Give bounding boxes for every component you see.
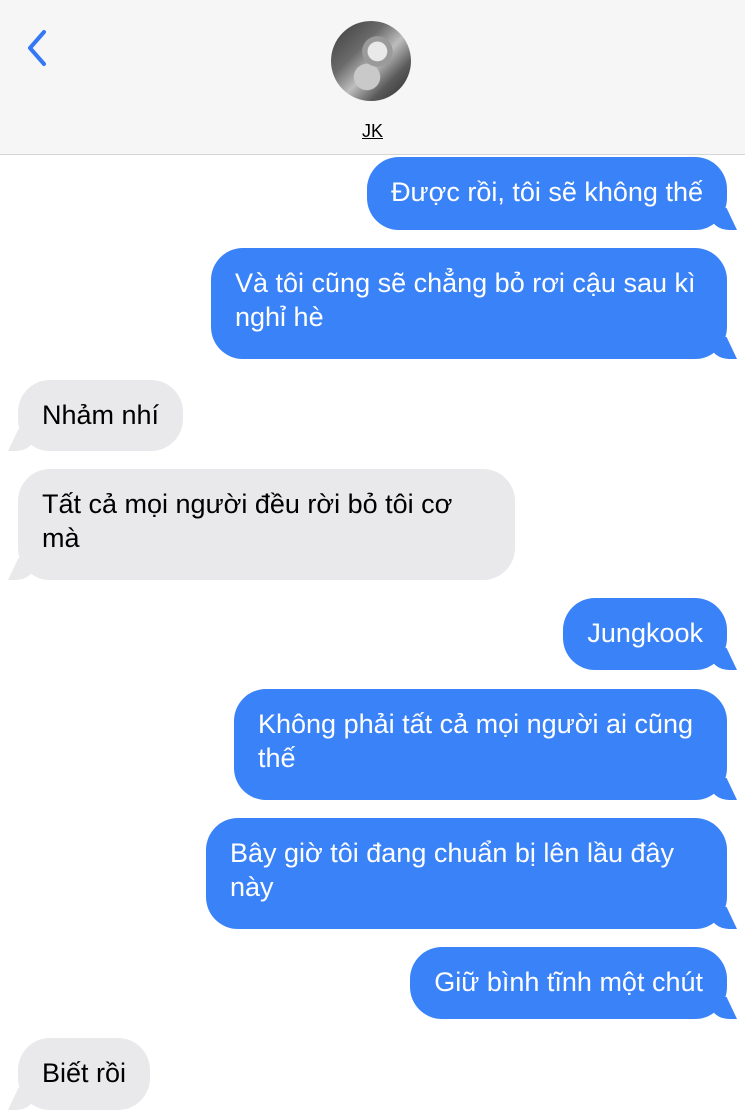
chevron-left-icon [28,30,46,66]
message-bubble-sent[interactable]: Được rồi, tôi sẽ không thế [367,157,727,230]
message-bubble-received[interactable]: Tất cả mọi người đều rời bỏ tôi cơ mà [18,469,515,580]
contact-avatar[interactable] [331,21,411,101]
contact-name[interactable]: JK [0,121,745,142]
message-bubble-received[interactable]: Nhảm nhí [18,380,184,451]
message-bubble-sent[interactable]: Bây giờ tôi đang chuẩn bị lên lầu đây nà… [206,818,727,929]
message-bubble-sent[interactable]: Jungkook [563,598,727,670]
message-bubble-sent[interactable]: Không phải tất cả mọi người ai cũng thế [234,689,727,800]
message-bubble-sent[interactable]: Và tôi cũng sẽ chẳng bỏ rơi cậu sau kì n… [211,248,727,359]
back-button[interactable] [22,26,52,70]
conversation-header: JK [0,0,745,155]
message-bubble-received[interactable]: Biết rồi [18,1038,151,1110]
message-bubble-sent[interactable]: Giữ bình tĩnh một chút [410,947,727,1019]
